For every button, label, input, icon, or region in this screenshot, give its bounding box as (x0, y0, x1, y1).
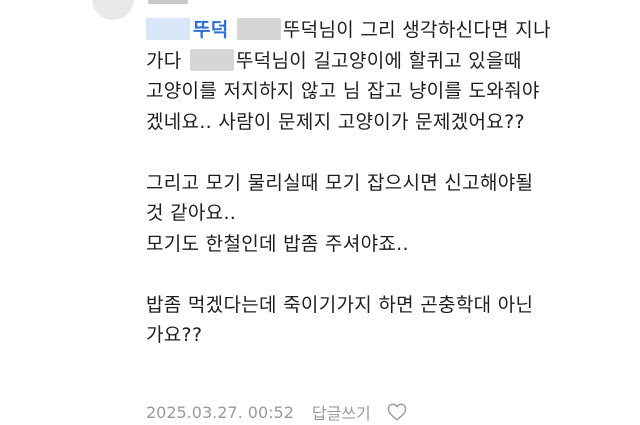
comment-text: 뚜덕님이 그리 생각하신다면 지나 (282, 19, 551, 41)
comment-line: 겠네요.. 사람이 문제지 고양이가 문제겠어요?? (146, 110, 525, 133)
comment-line: 가다 뚜덕님이 길고양이에 할퀴고 있을때 (146, 46, 616, 77)
comment-line: 그리고 모기 물리실때 모기 잡으시면 신고해야될 (146, 171, 534, 194)
comment-line: 것 같아요.. (146, 202, 237, 224)
redacted-name (189, 48, 234, 71)
reply-button[interactable]: 답글쓰기 (312, 400, 371, 424)
comment-line: 고양이를 저지하지 않고 님 잡고 냥이를 도와줘야 (146, 80, 540, 102)
heart-outline-icon[interactable] (387, 403, 407, 421)
mention-tag[interactable]: 뚜덕 (193, 19, 229, 41)
redacted-name (236, 18, 281, 40)
avatar[interactable] (92, 0, 134, 20)
comment-line: 뚜덕 뚜덕님이 그리 생각하신다면 지나 (146, 15, 616, 46)
comment-line: 가요?? (146, 324, 203, 346)
timestamp: 2025.03.27. 00:52 (146, 402, 294, 422)
comment-footer: 2025.03.27. 00:52 답글쓰기 (146, 399, 407, 425)
comment-text: 가다 (146, 49, 182, 72)
comment-line: 밥좀 먹겠다는데 죽이기가지 하면 곤충학대 아닌 (146, 293, 534, 316)
comment-body: 뚜덕 뚜덕님이 그리 생각하신다면 지나 가다 뚜덕님이 길고양이에 할퀴고 있… (146, 15, 616, 351)
comment-text: 뚜덕님이 길고양이에 할퀴고 있을때 (235, 49, 522, 72)
mention-redacted (146, 18, 190, 40)
author-name-redacted (148, 0, 188, 4)
comment-line: 모기도 한철인데 밥좀 주셔야죠.. (146, 232, 409, 255)
